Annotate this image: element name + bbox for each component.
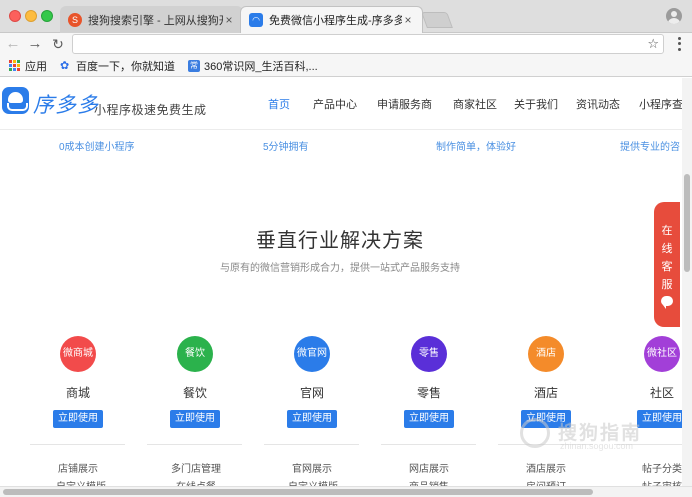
bookmark-apps[interactable]: 应用 — [9, 58, 47, 74]
bookmarks-bar: 应用 ✿ 百度一下，你就知道 常 360常识网_生活百科,... — [0, 55, 692, 77]
industry-link[interactable]: 房间预订 — [526, 478, 566, 486]
address-bar[interactable]: ☆ — [72, 34, 664, 54]
bookmark-label: 应用 — [25, 60, 47, 73]
card-divider — [264, 444, 359, 445]
tab-xuduoduo[interactable]: ◠ 免费微信小程序生成-序多多 × — [240, 6, 423, 33]
vertical-scrollbar-thumb[interactable] — [684, 174, 690, 272]
online-service-button[interactable]: 在线客服 — [654, 202, 680, 327]
reload-icon[interactable]: ↻ — [49, 35, 67, 53]
chrome-menu-icon[interactable] — [672, 36, 686, 52]
nav-apply-provider[interactable]: 申请服务商 — [377, 96, 432, 112]
feature-item: 0成本创建小程序 — [59, 142, 135, 153]
xuduoduo-favicon-icon: ◠ — [249, 13, 263, 27]
card-divider — [381, 444, 476, 445]
feature-item: 制作简单，体验好 — [436, 142, 516, 153]
tab-close-icon[interactable]: × — [223, 13, 235, 27]
industry-link[interactable]: 商品销售 — [409, 478, 449, 486]
bookmark-label: 360常识网_生活百科,... — [204, 60, 318, 73]
nav-about[interactable]: 关于我们 — [514, 96, 558, 112]
use-now-button[interactable]: 立即使用 — [53, 410, 103, 428]
back-arrow-icon[interactable]: ← — [4, 35, 22, 53]
industry-link[interactable]: 在线点餐 — [176, 478, 216, 486]
industry-link[interactable]: 官网展示 — [292, 460, 332, 475]
industry-link[interactable]: 自定义模版 — [288, 478, 338, 486]
hotel-icon: 酒店 — [528, 336, 564, 372]
profile-icon[interactable] — [666, 8, 682, 24]
industry-name: 商城 — [65, 386, 90, 400]
industry-name: 餐饮 — [182, 386, 207, 400]
industry-link[interactable]: 网店展示 — [409, 460, 449, 475]
bookmark-360[interactable]: 常 360常识网_生活百科,... — [188, 58, 318, 74]
360-icon: 常 — [188, 59, 200, 72]
tab-title: 免费微信小程序生成-序多多 — [269, 15, 402, 27]
industry-card-catering: 餐饮 餐饮 立即使用 — [145, 336, 245, 428]
tab-close-icon[interactable]: × — [402, 13, 414, 27]
industry-name: 社区 — [649, 386, 674, 400]
use-now-button[interactable]: 立即使用 — [170, 410, 220, 428]
minimize-window-button[interactable] — [25, 10, 37, 22]
use-now-button[interactable]: 立即使用 — [404, 410, 454, 428]
industry-card-mall: 微商城 商城 立即使用 — [28, 336, 128, 428]
bookmark-baidu[interactable]: ✿ 百度一下，你就知道 — [60, 58, 175, 74]
nav-products[interactable]: 产品中心 — [313, 96, 357, 112]
main-nav: 首页 产品中心 申请服务商 商家社区 关于我们 资讯动态 小程序查询 — [268, 96, 692, 112]
use-now-button[interactable]: 立即使用 — [287, 410, 337, 428]
watermark-logo-icon — [520, 418, 550, 448]
industry-link[interactable]: 帖子审核 — [642, 478, 682, 486]
forward-arrow-icon[interactable]: → — [26, 35, 44, 53]
nav-home[interactable]: 首页 — [268, 96, 290, 112]
xuduoduo-logo-icon[interactable] — [2, 87, 29, 114]
nav-community[interactable]: 商家社区 — [453, 96, 497, 112]
card-divider — [147, 444, 242, 445]
industry-name: 官网 — [299, 386, 324, 400]
site-slogan: 小程序极速免费生成 — [94, 103, 207, 117]
section-title: 垂直行业解决方案 — [256, 230, 424, 252]
industry-link[interactable]: 自定义模版 — [56, 478, 106, 486]
tab-title: 搜狗搜索引擎 - 上网从搜狗开始 — [88, 14, 223, 27]
industry-card-website: 微官网 官网 立即使用 — [262, 336, 362, 428]
chat-bubble-icon — [661, 296, 673, 309]
industry-link[interactable]: 帖子分类 — [642, 460, 682, 475]
card-divider — [30, 444, 125, 445]
bookmark-star-icon[interactable]: ☆ — [647, 35, 659, 53]
section-subtitle: 与原有的微信营销形成合力，提供一站式产品服务支持 — [220, 263, 460, 274]
industry-name: 酒店 — [533, 386, 558, 400]
industry-name: 零售 — [416, 386, 441, 400]
sogou-watermark: 搜狗指南 zhinan.sogou.com — [520, 414, 670, 454]
feature-strip: 0成本创建小程序 5分钟拥有 制作简单，体验好 提供专业的咨 — [0, 136, 692, 153]
site-logo-text[interactable]: 序多多 — [33, 89, 99, 119]
feature-item: 提供专业的咨 — [620, 142, 680, 153]
tab-sogou[interactable]: S 搜狗搜索引擎 - 上网从搜狗开始 × — [60, 6, 243, 33]
retail-icon: 零售 — [411, 336, 447, 372]
online-service-label: 在线客服 — [661, 225, 673, 291]
zoom-window-button[interactable] — [41, 10, 53, 22]
nav-news[interactable]: 资讯动态 — [576, 96, 620, 112]
horizontal-scrollbar[interactable] — [0, 486, 692, 497]
industry-card-retail: 零售 零售 立即使用 — [379, 336, 479, 428]
new-tab-button[interactable] — [421, 12, 453, 28]
baidu-paw-icon: ✿ — [60, 59, 70, 72]
bookmark-label: 百度一下，你就知道 — [76, 60, 175, 73]
sogou-favicon-icon: S — [68, 12, 82, 27]
browser-titlebar: S 搜狗搜索引擎 - 上网从搜狗开始 × ◠ 免费微信小程序生成-序多多 × — [0, 0, 692, 33]
site-header: 序多多 小程序极速免费生成 首页 产品中心 申请服务商 商家社区 关于我们 资讯… — [0, 78, 692, 130]
page-viewport: 序多多 小程序极速免费生成 首页 产品中心 申请服务商 商家社区 关于我们 资讯… — [0, 78, 692, 486]
vertical-scrollbar[interactable] — [682, 78, 692, 486]
industry-link[interactable]: 店铺展示 — [58, 460, 98, 475]
close-window-button[interactable] — [9, 10, 21, 22]
browser-toolbar: ← → ↻ ☆ — [0, 33, 692, 55]
catering-icon: 餐饮 — [177, 336, 213, 372]
industry-link[interactable]: 多门店管理 — [171, 460, 221, 475]
feature-item: 5分钟拥有 — [263, 142, 309, 153]
industry-link[interactable]: 酒店展示 — [526, 460, 566, 475]
community-icon: 微社区 — [644, 336, 680, 372]
website-icon: 微官网 — [294, 336, 330, 372]
watermark-url: zhinan.sogou.com — [560, 441, 634, 451]
apps-grid-icon — [9, 60, 20, 71]
horizontal-scrollbar-thumb[interactable] — [3, 489, 593, 495]
mall-icon: 微商城 — [60, 336, 96, 372]
